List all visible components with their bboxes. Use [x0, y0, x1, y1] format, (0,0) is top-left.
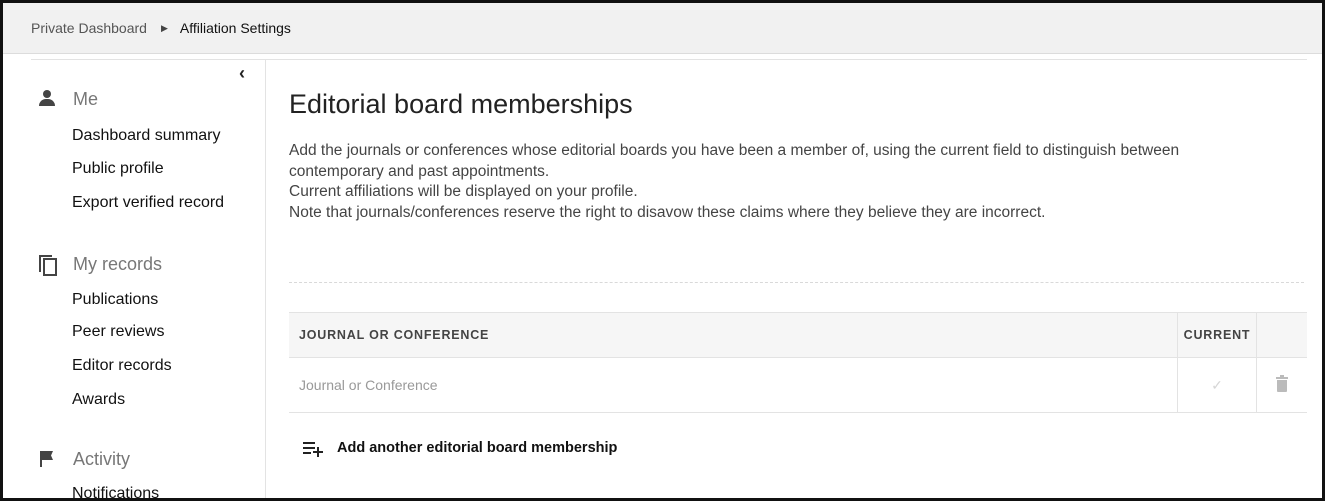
sidebar-item-publications[interactable]: Publications [72, 291, 158, 309]
main-content: Editorial board memberships Add the jour… [289, 59, 1307, 498]
collapse-sidebar-icon[interactable]: ‹ [239, 63, 245, 83]
sidebar-section-activity: Activity [37, 448, 130, 470]
flag-icon [37, 448, 59, 470]
person-icon [37, 88, 59, 110]
sidebar-item-peer-reviews[interactable]: Peer reviews [72, 323, 164, 341]
current-checkbox[interactable]: ✓ [1177, 357, 1257, 413]
column-header-actions [1256, 312, 1307, 358]
sidebar-item-export-verified-record[interactable]: Export verified record [72, 194, 224, 212]
editorial-board-table: JOURNAL OR CONFERENCE CURRENT Journal or… [289, 312, 1307, 413]
description-paragraph: Add the journals or conferences whose ed… [289, 142, 1180, 180]
trash-icon[interactable] [1275, 374, 1289, 393]
sidebar-item-awards[interactable]: Awards [72, 391, 125, 409]
sidebar-section-my-records: My records [37, 253, 163, 276]
sidebar-section-label: Me [73, 88, 99, 109]
copy-icon [37, 253, 59, 276]
table-row: Journal or Conference ✓ [289, 357, 1307, 413]
breadcrumb-link-private-dashboard[interactable]: Private Dashboard [31, 20, 147, 36]
delete-cell [1256, 357, 1307, 413]
page-title: Editorial board memberships [289, 89, 633, 119]
sidebar-section-me: Me [37, 88, 98, 110]
journal-input[interactable]: Journal or Conference [289, 357, 1178, 413]
breadcrumb-current: Affiliation Settings [179, 20, 291, 36]
description-paragraph: Current affiliations will be displayed o… [289, 183, 638, 200]
sidebar-item-editor-records[interactable]: Editor records [72, 357, 172, 375]
page-description: Add the journals or conferences whose ed… [289, 141, 1219, 223]
breadcrumb-separator-icon: ▶ [160, 23, 168, 33]
sidebar-item-notifications[interactable]: Notifications [72, 485, 159, 498]
breadcrumb: Private Dashboard ▶ Affiliation Settings [31, 20, 291, 36]
breadcrumb-bar: Private Dashboard ▶ Affiliation Settings [3, 3, 1322, 54]
add-membership-label: Add another editorial board membership [337, 440, 618, 456]
add-list-icon [303, 440, 323, 457]
sidebar-section-label: Activity [73, 448, 131, 469]
section-divider [289, 282, 1304, 283]
sidebar-item-dashboard-summary[interactable]: Dashboard summary [72, 127, 221, 145]
column-header-current: CURRENT [1177, 312, 1257, 358]
app-window: Private Dashboard ▶ Affiliation Settings ‹… [0, 0, 1325, 501]
table-header-row: JOURNAL OR CONFERENCE CURRENT [289, 312, 1307, 358]
description-paragraph: Note that journals/conferences reserve t… [289, 203, 1046, 221]
sidebar: ‹ Me Dashboard summary Public profile Ex… [3, 59, 266, 498]
column-header-journal: JOURNAL OR CONFERENCE [289, 312, 1178, 358]
check-icon: ✓ [1211, 376, 1223, 393]
add-membership-button[interactable]: Add another editorial board membership [303, 440, 618, 457]
sidebar-section-label: My records [73, 253, 163, 274]
sidebar-item-public-profile[interactable]: Public profile [72, 160, 164, 178]
